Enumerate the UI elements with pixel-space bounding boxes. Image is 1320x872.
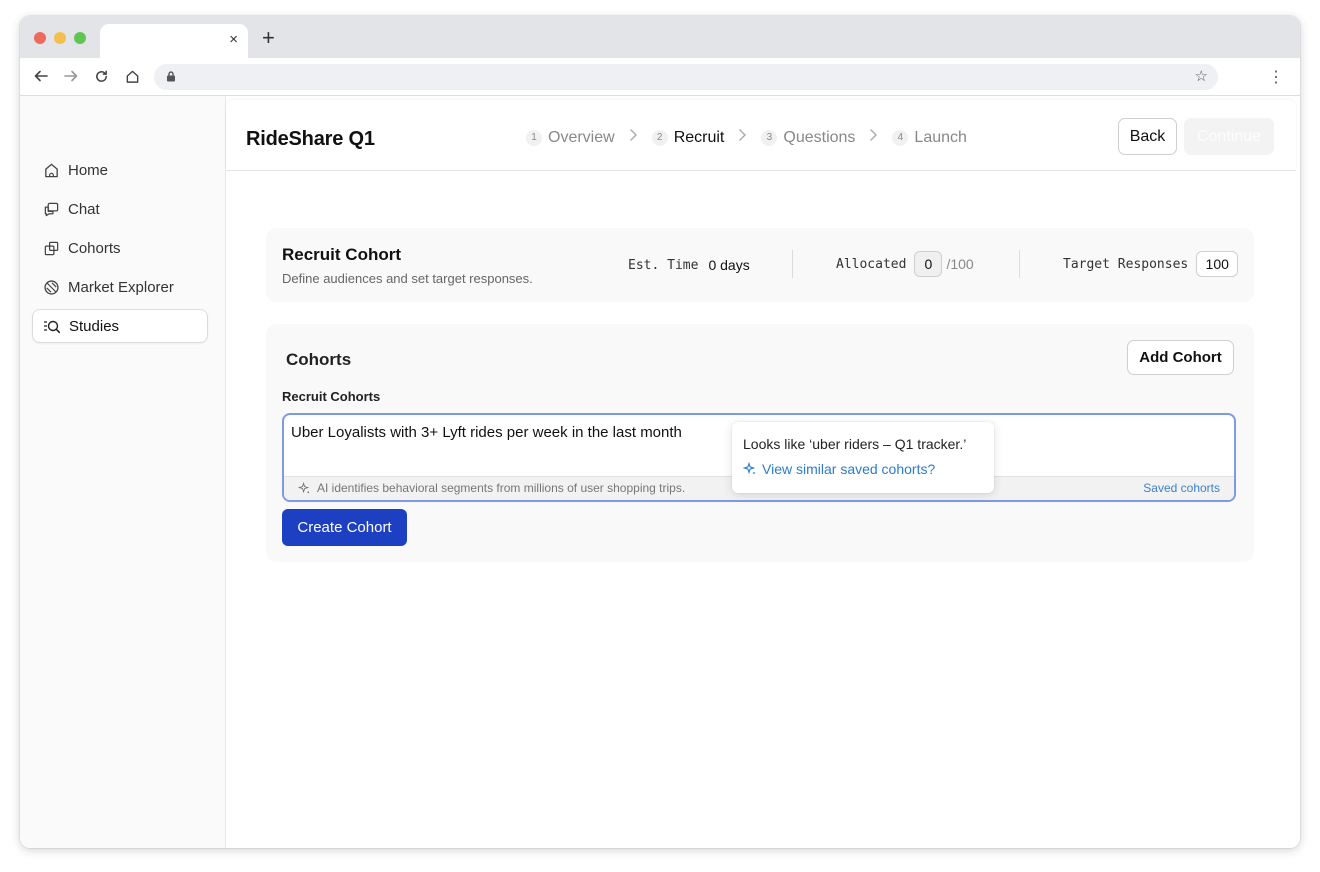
- minimize-window-button[interactable]: [54, 32, 66, 44]
- recruit-cohort-subtitle: Define audiences and set target response…: [282, 271, 533, 286]
- est-time-label: Est. Time: [628, 257, 699, 273]
- sidebar-item-home[interactable]: Home: [32, 153, 208, 187]
- bookmark-star-icon[interactable]: ☆: [1195, 67, 1208, 85]
- market-explorer-icon: [42, 278, 60, 296]
- maximize-window-button[interactable]: [74, 32, 86, 44]
- view-similar-cohorts-link[interactable]: View similar saved cohorts?: [743, 461, 935, 477]
- add-cohort-button[interactable]: Add Cohort: [1127, 340, 1234, 375]
- browser-toolbar: ☆ ⋮: [20, 58, 1300, 96]
- cohorts-title: Cohorts: [286, 350, 352, 369]
- back-arrow-icon[interactable]: [32, 67, 50, 85]
- home-icon: [42, 161, 60, 179]
- home-browser-icon[interactable]: [123, 67, 141, 85]
- back-button[interactable]: Back: [1118, 118, 1177, 155]
- suggestion-popover: Looks like ‘uber riders – Q1 tracker.’ V…: [732, 422, 994, 493]
- sidebar: Home Chat Cohorts Market Explorer Studie…: [20, 96, 226, 848]
- cohort-description-text[interactable]: Uber Loyalists with 3+ Lyft rides per we…: [291, 424, 682, 441]
- sparkle-icon: [743, 462, 756, 475]
- saved-cohorts-link[interactable]: Saved cohorts: [1143, 481, 1220, 495]
- chevron-right-icon: [738, 128, 747, 147]
- est-time: Est. Time 0 days: [628, 257, 750, 273]
- page-title: RideShare Q1: [246, 128, 375, 150]
- sidebar-item-label: Studies: [69, 317, 120, 335]
- step-label: Questions: [783, 128, 856, 146]
- step-number: 3: [761, 129, 778, 146]
- chat-icon: [42, 200, 60, 218]
- address-bar[interactable]: ☆: [154, 64, 1218, 90]
- step-number: 1: [526, 129, 542, 146]
- reload-icon[interactable]: [92, 67, 110, 85]
- sidebar-item-chat[interactable]: Chat: [32, 192, 208, 226]
- main-content: RideShare Q1 1 Overview 2 Recruit 3 Ques…: [226, 96, 1296, 848]
- step-label: Recruit: [673, 128, 725, 146]
- tab-close-icon[interactable]: ×: [229, 31, 238, 49]
- sparkle-icon: [298, 481, 310, 494]
- lock-icon: [167, 71, 175, 82]
- view-similar-cohorts-label[interactable]: View similar saved cohorts?: [762, 461, 935, 477]
- continue-button[interactable]: Continue: [1184, 118, 1274, 155]
- allocated-value: 0: [914, 251, 943, 277]
- divider: [1019, 250, 1020, 278]
- create-cohort-button[interactable]: Create Cohort: [282, 509, 407, 546]
- chevron-right-icon: [869, 128, 878, 147]
- suggestion-text: Looks like ‘uber riders – Q1 tracker.’: [743, 436, 967, 452]
- tab-bar: × +: [20, 16, 1300, 58]
- step-number: 4: [892, 129, 909, 146]
- sidebar-item-market-explorer[interactable]: Market Explorer: [32, 270, 208, 304]
- stepper: 1 Overview 2 Recruit 3 Questions 4 Launc…: [526, 128, 967, 147]
- study-header: RideShare Q1 1 Overview 2 Recruit 3 Ques…: [226, 100, 1296, 171]
- allocated: Allocated 0 /100: [836, 250, 974, 278]
- cohorts-icon: [42, 239, 60, 257]
- target-responses: Target Responses 100: [1063, 250, 1239, 278]
- browser-window: × + ☆ ⋮ Home Chat Cohorts Market Explore…: [20, 16, 1300, 848]
- browser-menu-icon[interactable]: ⋮: [1268, 67, 1284, 87]
- forward-arrow-icon[interactable]: [62, 67, 80, 85]
- step-label: Launch: [914, 128, 967, 146]
- close-window-button[interactable]: [34, 32, 46, 44]
- ai-hint-text: AI identifies behavioral segments from m…: [317, 481, 686, 495]
- browser-tab[interactable]: ×: [100, 24, 248, 58]
- studies-icon: [43, 317, 61, 335]
- step-label: Overview: [548, 128, 615, 146]
- target-responses-label: Target Responses: [1063, 256, 1189, 272]
- sidebar-item-cohorts[interactable]: Cohorts: [32, 231, 208, 265]
- sidebar-item-label: Chat: [68, 200, 100, 218]
- ai-hint: AI identifies behavioral segments from m…: [298, 481, 685, 495]
- sidebar-item-label: Home: [68, 161, 109, 179]
- step-number: 2: [651, 129, 668, 146]
- divider: [792, 250, 793, 278]
- chevron-right-icon: [629, 128, 638, 147]
- step-recruit[interactable]: 2 Recruit: [651, 128, 725, 147]
- allocated-label: Allocated: [836, 256, 907, 272]
- sidebar-item-label: Cohorts: [68, 239, 121, 257]
- target-responses-input[interactable]: 100: [1196, 251, 1239, 277]
- est-time-value: 0 days: [708, 257, 750, 273]
- step-overview[interactable]: 1 Overview: [526, 129, 615, 147]
- recruit-cohort-title: Recruit Cohort: [282, 245, 401, 264]
- new-tab-button[interactable]: +: [262, 27, 275, 49]
- sidebar-item-studies[interactable]: Studies: [32, 309, 208, 343]
- allocated-total: /100: [946, 256, 974, 272]
- recruit-cohort-card: Recruit Cohort Define audiences and set …: [266, 228, 1254, 302]
- step-questions[interactable]: 3 Questions: [761, 129, 855, 147]
- step-launch[interactable]: 4 Launch: [892, 129, 967, 147]
- sidebar-item-label: Market Explorer: [68, 278, 174, 296]
- recruit-cohorts-label: Recruit Cohorts: [282, 389, 381, 404]
